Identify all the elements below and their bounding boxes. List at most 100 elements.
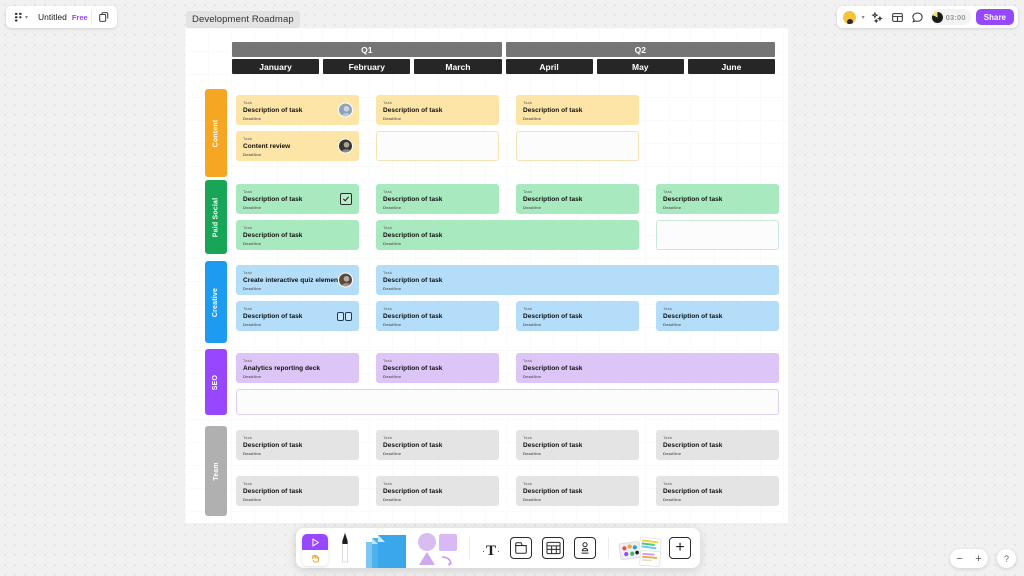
task-card[interactable]: Task Description of task Deadline [236,95,359,125]
assignee-avatar[interactable] [338,138,353,154]
task-card[interactable]: Task Description of task Deadline [376,184,499,214]
quarter-cell-q1: Q1 [232,42,502,57]
timer-dial-icon [931,11,943,23]
task-card[interactable]: Task Description of task Deadline [656,430,779,460]
lane-body: Task Description of task Deadline Task Descr… [236,180,779,254]
task-card[interactable]: Task Description of task Deadline [236,476,359,506]
task-card[interactable]: Task Description of task Deadline [376,353,499,383]
task-title: Description of task [523,107,583,114]
widgets-tool[interactable] [618,528,662,568]
duplicate-file-button[interactable] [95,6,113,28]
task-deadline: Deadline [523,451,542,456]
task-card[interactable]: Task Description of task Deadline [516,301,639,331]
task-card[interactable]: Task Description of task Deadline [656,476,779,506]
roadmap-frame[interactable]: Q1 Q2 January February March April May June Co… [185,28,788,523]
share-button[interactable]: Share [975,9,1014,25]
task-title: Description of task [523,196,583,203]
collab-toolbar[interactable]: ▾ 03:00 Share [836,6,1018,28]
shapes-icon [418,533,457,567]
swimlane-seo[interactable]: SEO Task Analytics reporting deck Deadline T… [205,349,779,415]
toolbar-divider [90,10,92,24]
user-avatar-icon [842,9,858,25]
task-card[interactable]: Task Create interactive quiz element Deadl… [236,265,359,295]
task-title: Description of task [383,232,443,239]
zoom-out-button[interactable]: − [950,549,969,568]
frame-label[interactable]: Development Roadmap [186,11,300,28]
task-card[interactable]: Task Description of task Deadline [376,301,499,331]
task-card[interactable]: Task Description of task Deadline [376,476,499,506]
task-card[interactable]: Task Description of task Deadline [656,184,779,214]
avatar[interactable] [841,8,859,26]
plan-badge[interactable]: Free [72,13,88,22]
month-cell-april: April [505,59,593,74]
task-card[interactable]: Task Description of task Deadline [236,220,359,250]
sticky-note-tool[interactable] [362,528,410,568]
file-name[interactable]: Untitled [33,12,72,22]
lane-label-text: Team [212,461,220,481]
duplicate-file-icon [98,11,110,23]
task-card[interactable]: Task Description of task Deadline [516,184,639,214]
timer-value: 03:00 [945,12,966,22]
swimlane-team[interactable]: Team Task Description of task Deadline Task D… [205,426,779,516]
task-card[interactable]: Task Content review Deadline [236,131,359,161]
task-card[interactable]: Task Description of task Deadline [516,476,639,506]
add-more-tool[interactable]: + [666,528,694,568]
goggles-sticker-icon[interactable] [337,311,353,321]
pen-tool[interactable] [332,528,358,568]
table-tool[interactable] [539,528,567,568]
task-title: Description of task [523,488,583,495]
task-deadline: Deadline [243,374,262,379]
comment-icon[interactable] [909,8,927,26]
text-tool[interactable]: T [479,528,503,568]
section-tool[interactable] [507,528,535,568]
task-title: Description of task [383,365,443,372]
task-card[interactable]: Task Description of task Deadline [376,220,639,250]
stamp-tool[interactable] [571,528,599,568]
task-card[interactable]: Task Description of task Deadline [376,265,779,295]
assignee-avatar[interactable] [338,272,353,288]
lane-body: Task Description of task Deadline Task Conte… [236,89,779,177]
checkbox-sticker-icon[interactable] [340,193,352,205]
task-deadline: Deadline [663,497,682,502]
lane-label-content[interactable]: Content [205,89,227,177]
shapes-tool[interactable] [414,528,460,568]
task-card[interactable]: Task Description of task Deadline [516,430,639,460]
lane-label-paid-social[interactable]: Paid Social [205,180,227,254]
task-card[interactable]: Task Description of task Deadline [516,95,639,125]
swimlane-creative[interactable]: Creative Task Create interactive quiz elem… [205,261,779,343]
task-title: Description of task [663,196,723,203]
task-card[interactable]: Task Analytics reporting deck Deadline [236,353,359,383]
lane-label-team[interactable]: Team [205,426,227,516]
avatar-chevron-down-icon[interactable]: ▾ [862,14,865,21]
task-deadline: Deadline [523,116,542,121]
assignee-avatar[interactable] [338,102,353,118]
main-menu-button[interactable]: ▾ [10,6,33,28]
empty-task-slot[interactable] [376,131,499,161]
layout-grid-icon[interactable] [889,8,907,26]
timer-widget[interactable]: 03:00 [929,9,971,25]
task-card[interactable]: Task Description of task Deadline [236,184,359,214]
task-card[interactable]: Task Description of task Deadline [376,95,499,125]
cursor-arrow-icon [302,534,328,550]
task-title: Description of task [243,107,303,114]
swimlane-content[interactable]: Content Task Description of task Deadline Ta… [205,89,779,177]
task-card[interactable]: Task Description of task Deadline [376,430,499,460]
cursor-hand-tool[interactable] [302,528,328,568]
task-card[interactable]: Task Description of task Deadline [236,430,359,460]
task-deadline: Deadline [243,116,262,121]
task-card[interactable]: Task Description of task Deadline [236,301,359,331]
reactions-icon[interactable] [869,8,887,26]
empty-task-slot[interactable] [656,220,779,250]
empty-task-slot[interactable] [236,389,779,415]
help-button[interactable]: ? [997,549,1016,568]
lane-label-creative[interactable]: Creative [205,261,227,343]
task-card[interactable]: Task Description of task Deadline [656,301,779,331]
zoom-controls[interactable]: − + [950,549,988,568]
zoom-in-button[interactable]: + [969,549,988,568]
empty-task-slot[interactable] [516,131,639,161]
swimlane-paid-social[interactable]: Paid Social Task Description of task Deadli… [205,180,779,254]
file-toolbar[interactable]: ▾ Untitled Free [6,6,117,28]
lane-label-seo[interactable]: SEO [205,349,227,415]
creation-toolbar[interactable]: T + [296,528,700,568]
task-card[interactable]: Task Description of task Deadline [516,353,779,383]
